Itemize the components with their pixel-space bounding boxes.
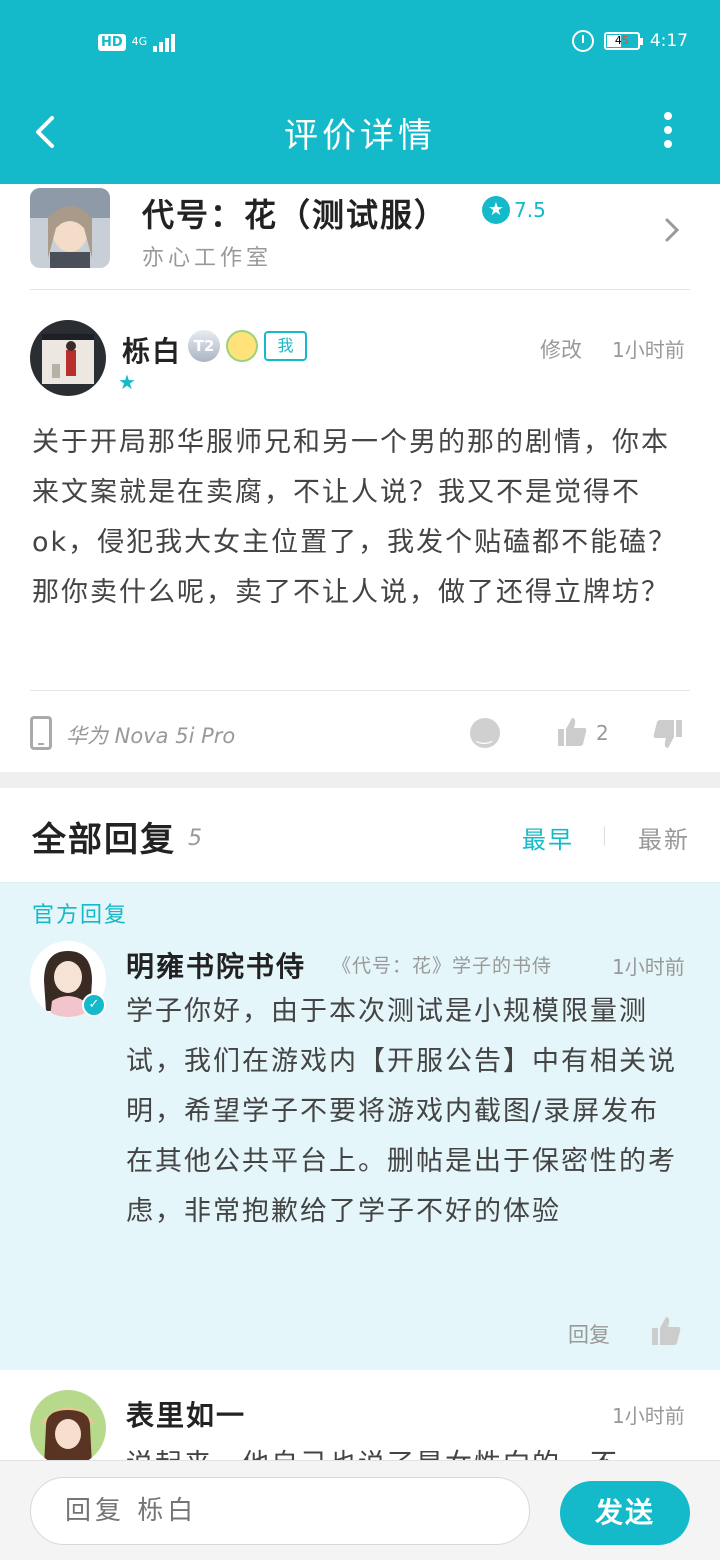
thumbs-up-icon[interactable]	[650, 1315, 682, 1347]
network-indicator: 4G	[131, 35, 148, 48]
sort-latest-tab[interactable]: 最新	[638, 820, 690, 855]
app-bar: 评价详情	[0, 90, 720, 184]
like-count: 2	[596, 721, 609, 745]
official-name[interactable]: 明雍书院书侍	[126, 945, 306, 985]
sort-earliest-tab[interactable]: 最早	[522, 820, 574, 855]
reviewer-avatar[interactable]	[30, 320, 106, 396]
official-reply: 官方回复 ✓ 明雍书院书侍 《代号：花》学子的书侍 1小时前 学子你好，由于本次…	[0, 882, 720, 1370]
reply-bar: 发送	[0, 1460, 720, 1560]
reply-user-avatar[interactable]	[30, 1390, 106, 1466]
status-bar: HD 4G 45 4:17	[0, 0, 720, 90]
clock: 4:17	[649, 31, 688, 51]
rating-star-icon: ★	[482, 196, 510, 224]
signal-icon	[153, 32, 176, 52]
divider	[30, 690, 690, 691]
reply-user-name[interactable]: 表里如一	[126, 1394, 246, 1434]
device-name: 华为 Nova 5i Pro	[66, 724, 236, 748]
reply-button[interactable]: 回复	[568, 1319, 610, 1349]
avatar-badge-icon	[226, 330, 258, 362]
chevron-right-icon	[665, 218, 680, 242]
status-left: HD 4G	[98, 32, 176, 52]
thumbs-down-icon[interactable]	[652, 718, 684, 750]
review-time: 1小时前	[612, 338, 685, 362]
section-gap	[0, 772, 720, 788]
verified-badge-icon: ✓	[82, 993, 106, 1017]
replies-title: 全部回复	[32, 820, 176, 860]
review-text: 关于开局那华服师兄和另一个男的那的剧情，你本来文案就是在卖腐，不让人说？我又不是…	[32, 427, 678, 608]
thumbs-up-icon[interactable]	[556, 716, 588, 748]
send-button[interactable]: 发送	[560, 1481, 690, 1545]
battery-icon: 45	[603, 32, 643, 50]
rating-value: 7.5	[514, 198, 546, 222]
reviewer-name[interactable]: 栎白	[122, 330, 182, 370]
reply-text: 说起来，他自己也说了是女性向的，不	[126, 1440, 686, 1462]
official-role: 《代号：花》学子的书侍	[332, 955, 553, 977]
user-star-icon: ★	[118, 370, 136, 394]
hd-indicator: HD	[98, 33, 126, 51]
official-reply-text: 学子你好，由于本次测试是小规模限量测试，我们在游戏内【开服公告】中有相关说明，希…	[126, 996, 677, 1227]
game-title: 代号：花（测试服）	[142, 196, 449, 234]
alarm-icon	[571, 30, 594, 52]
reply-input[interactable]	[30, 1477, 530, 1545]
me-tag: 我	[264, 331, 307, 361]
replies-count: 5	[188, 826, 202, 851]
reply-time: 1小时前	[612, 1404, 685, 1428]
phone-icon	[30, 716, 52, 750]
sort-separator	[604, 826, 605, 846]
battery-level: 45	[614, 34, 629, 47]
game-cover-image	[30, 188, 110, 268]
official-reply-label: 官方回复	[32, 903, 129, 928]
game-studio: 亦心工作室	[142, 246, 273, 271]
game-card[interactable]: 代号：花（测试服） ★ 7.5 亦心工作室	[30, 184, 690, 290]
official-time: 1小时前	[612, 955, 685, 979]
level-badge: T2	[188, 330, 220, 362]
emoji-icon[interactable]	[470, 718, 500, 748]
game-rating: ★ 7.5	[482, 196, 546, 224]
status-right: 45 4:17	[571, 30, 688, 52]
more-options-icon[interactable]	[664, 112, 674, 148]
edit-link[interactable]: 修改	[540, 334, 582, 364]
page-title: 评价详情	[284, 116, 436, 156]
